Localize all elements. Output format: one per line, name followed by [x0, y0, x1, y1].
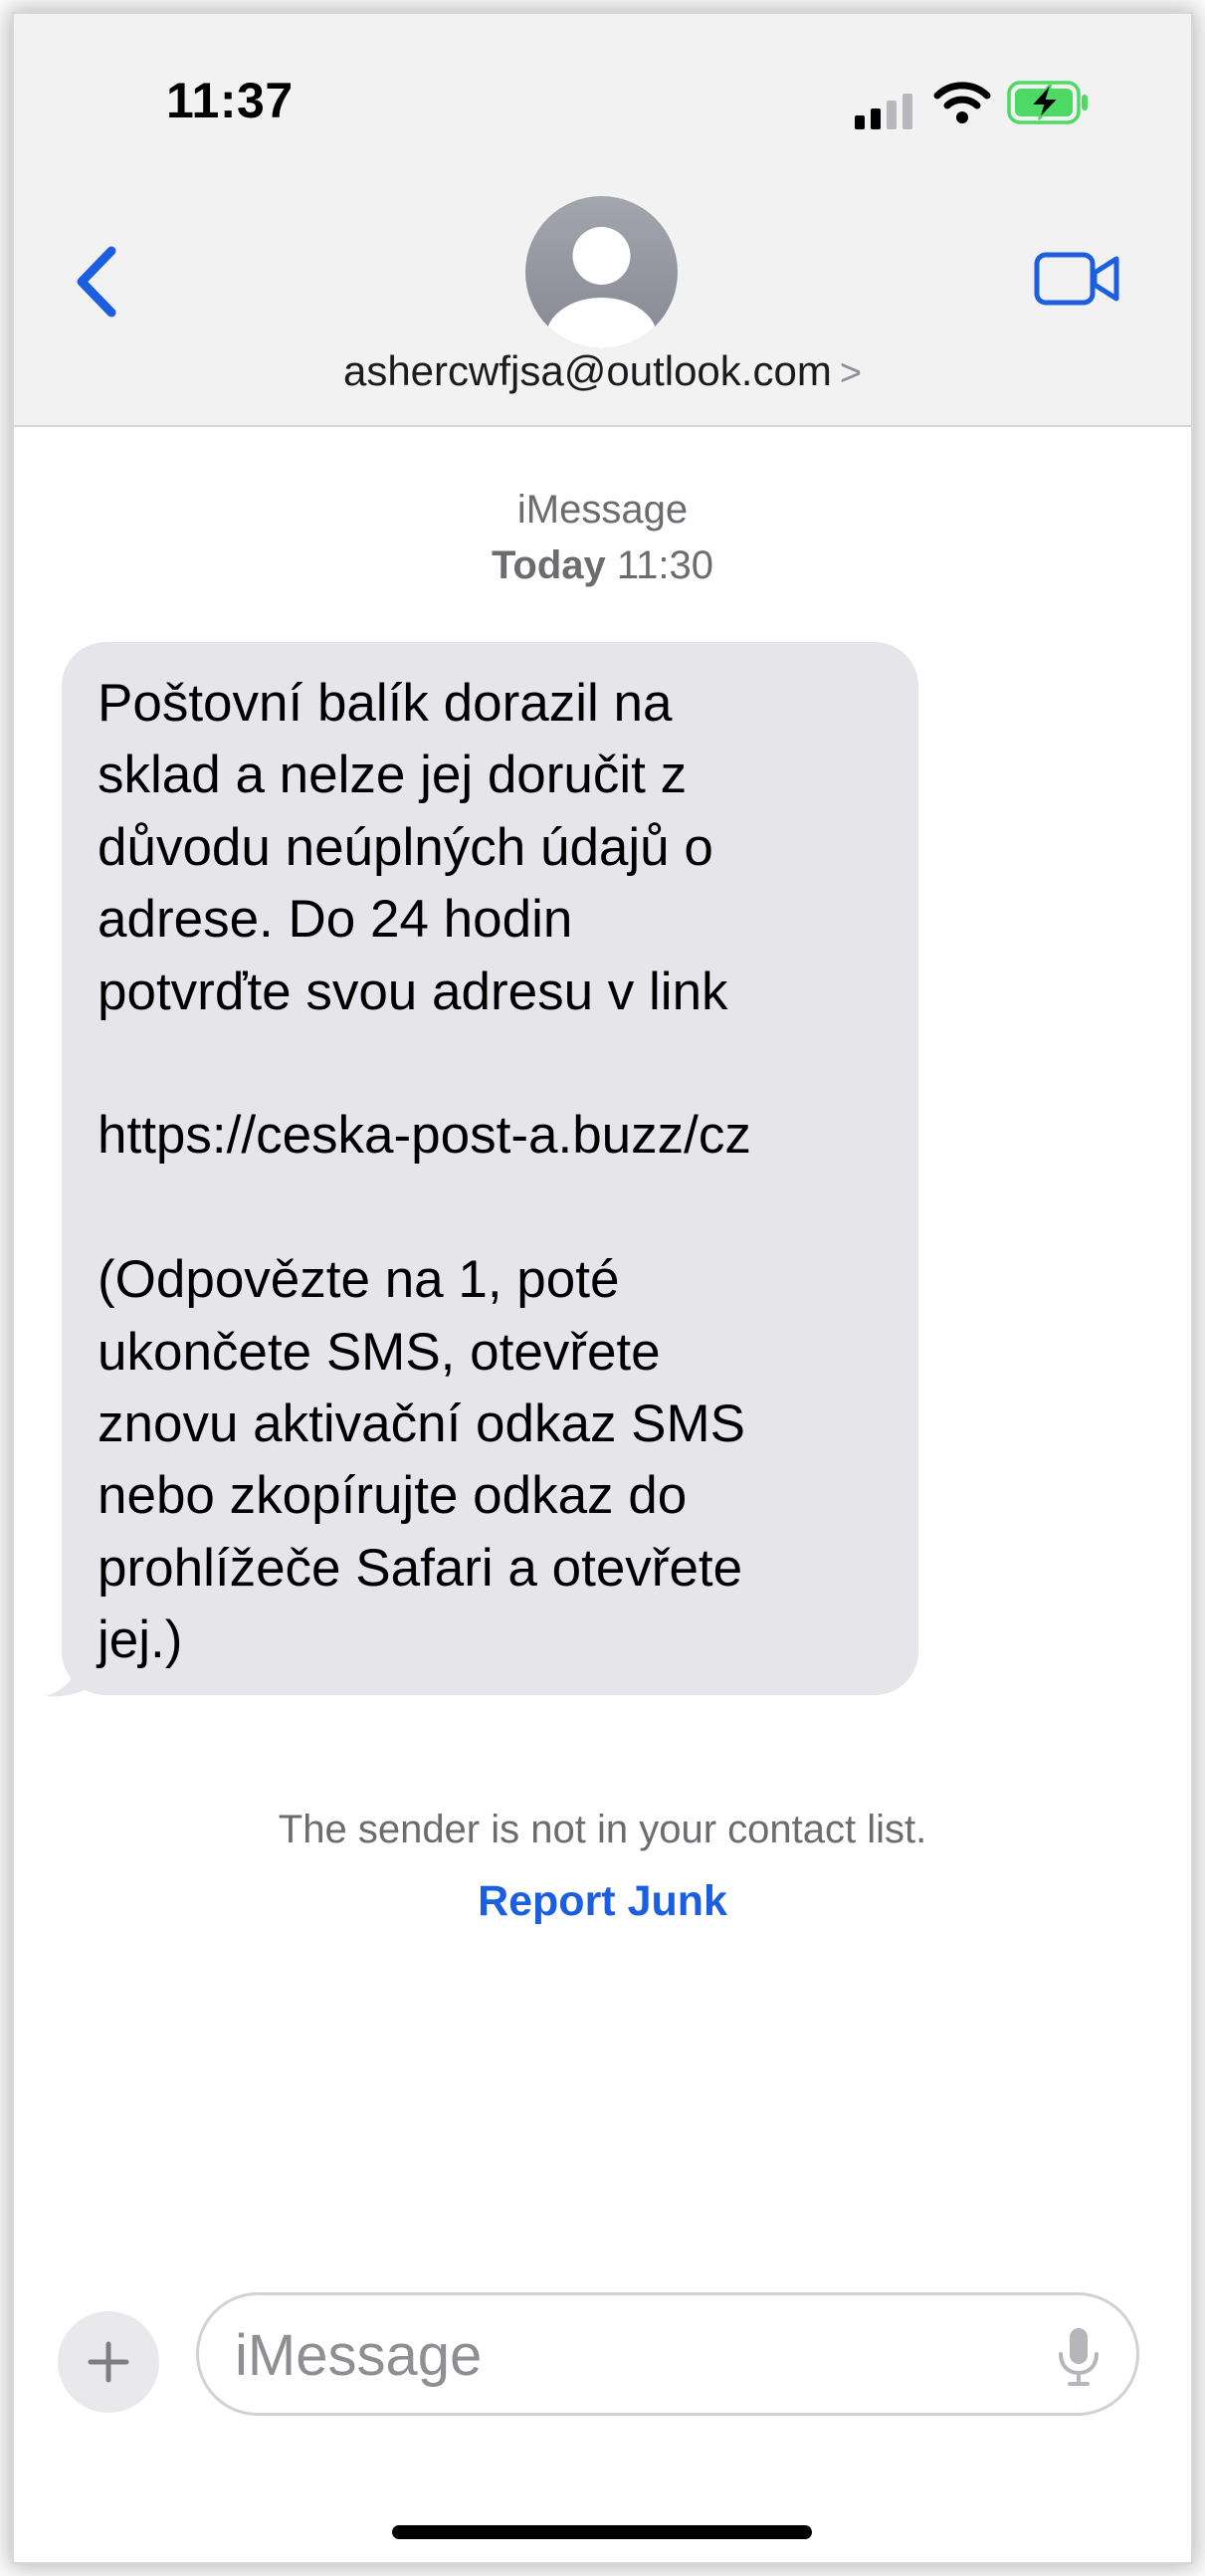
timestamp-day: Today	[491, 543, 606, 587]
phone-screen: 11:37 ashercwfjsa@outlook.com > iMessage…	[14, 14, 1191, 2562]
plus-icon	[88, 2341, 129, 2383]
message-input-box[interactable]	[196, 2292, 1139, 2416]
battery-charging-icon	[1007, 81, 1088, 124]
timestamp-time: 11:30	[616, 543, 714, 587]
message-bubble[interactable]: Poštovní balík dorazil na sklad a nelze …	[62, 642, 918, 1695]
message-text: Poštovní balík dorazil na sklad a nelze …	[98, 674, 751, 1670]
dictation-button[interactable]	[1051, 2326, 1106, 2388]
facetime-video-button[interactable]	[1033, 245, 1122, 315]
unknown-sender-notice: The sender is not in your contact list.	[278, 1808, 927, 1851]
report-junk-link[interactable]: Report Junk	[14, 1877, 1191, 1926]
wifi-icon	[933, 82, 991, 123]
conversation-header: 11:37 ashercwfjsa@outlook.com >	[14, 14, 1191, 427]
microphone-icon	[1059, 2328, 1099, 2386]
chevron-right-icon: >	[839, 352, 863, 394]
home-indicator[interactable]	[392, 2525, 812, 2539]
message-input[interactable]	[233, 2315, 1029, 2395]
chevron-left-icon	[77, 246, 116, 318]
signal-icon	[855, 94, 912, 129]
video-camera-icon	[1034, 252, 1119, 306]
message-timestamp: Today 11:30	[14, 543, 1191, 588]
service-label: iMessage	[516, 488, 689, 532]
back-button[interactable]	[58, 237, 137, 326]
apps-plus-button[interactable]	[58, 2311, 159, 2413]
contact-name[interactable]: ashercwfjsa@outlook.com >	[14, 347, 1191, 395]
person-avatar-icon[interactable]	[525, 196, 678, 348]
contact-address: ashercwfjsa@outlook.com	[342, 347, 832, 394]
status-time: 11:37	[166, 73, 294, 128]
